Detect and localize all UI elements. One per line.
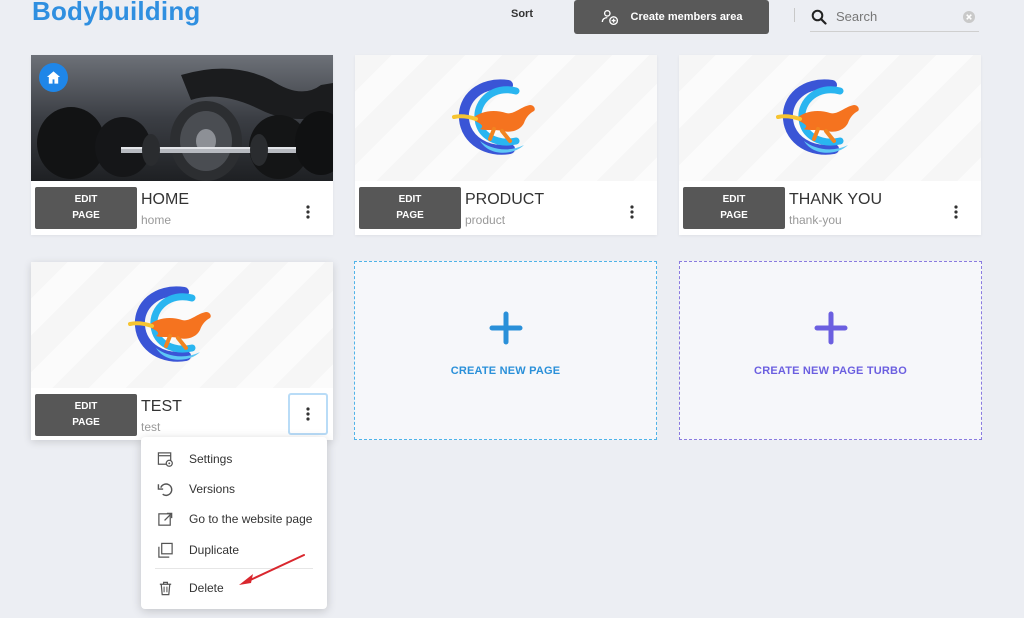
edit-label-line2: PAGE (720, 210, 748, 221)
page-thumbnail (31, 262, 333, 388)
create-new-page-tile[interactable]: CREATE NEW PAGE (354, 261, 657, 440)
page-card-thank-you[interactable]: EDIT PAGE THANK YOU thank-you (679, 55, 981, 235)
menu-item-label: Versions (189, 482, 236, 496)
edit-label-line1: EDIT (74, 194, 98, 205)
create-members-area-button[interactable]: Create members area (574, 0, 769, 34)
create-members-area-label: Create members area (630, 11, 743, 23)
undo-icon (157, 482, 173, 496)
plus-icon (814, 311, 847, 344)
cheetah-logo (128, 286, 211, 362)
create-new-page-turbo-tile[interactable]: CREATE NEW PAGE TURBO (679, 261, 982, 440)
edit-page-button[interactable]: EDIT PAGE (359, 187, 461, 229)
cheetah-logo (776, 79, 859, 155)
sort-button[interactable]: Sort (511, 8, 533, 20)
menu-item-label: Go to the website page (189, 512, 313, 526)
edit-label-line1: EDIT (74, 401, 98, 412)
edit-label-line2: PAGE (72, 417, 100, 428)
dumbbell-image (31, 55, 333, 181)
more-vertical-icon (306, 205, 310, 219)
edit-label-line2: PAGE (72, 210, 100, 221)
site-title: Bodybuilding (32, 0, 201, 26)
page-card-product[interactable]: EDIT PAGE PRODUCT product (355, 55, 657, 235)
menu-item-label: Settings (189, 452, 233, 466)
trash-icon (159, 581, 172, 595)
edit-page-button[interactable]: EDIT PAGE (35, 394, 137, 436)
menu-item-settings[interactable]: Settings (141, 446, 327, 472)
page-slug: product (465, 213, 506, 227)
search-icon (811, 9, 827, 25)
page-name: PRODUCT (465, 191, 545, 208)
page-name: THANK YOU (789, 191, 883, 208)
page-card-test[interactable]: EDIT PAGE TEST test (31, 262, 333, 440)
annotation-arrow-icon (239, 554, 305, 585)
clear-search-icon[interactable] (962, 10, 976, 24)
page-builder-screen: Bodybuilding Sort Create members area Se… (0, 0, 1024, 618)
edit-label-line1: EDIT (722, 194, 746, 205)
user-add-icon (601, 10, 618, 26)
home-badge (39, 63, 68, 92)
page-options-button[interactable] (617, 197, 647, 227)
more-vertical-icon (954, 205, 958, 219)
menu-item-versions[interactable]: Versions (141, 476, 327, 502)
cheetah-logo (452, 79, 535, 155)
edit-label-line1: EDIT (398, 194, 422, 205)
header-divider (794, 8, 795, 22)
menu-item-label: Delete (189, 581, 224, 595)
menu-item-go-to-website-page[interactable]: Go to the website page (141, 506, 327, 532)
search-input[interactable] (836, 9, 956, 24)
page-slug: thank-you (789, 213, 842, 227)
create-new-page-turbo-label: CREATE NEW PAGE TURBO (754, 364, 907, 377)
page-name: TEST (141, 398, 182, 415)
duplicate-icon (158, 542, 173, 558)
plus-icon (489, 311, 522, 344)
more-vertical-icon (306, 407, 310, 421)
home-icon (46, 71, 61, 84)
gym-thumbnail (31, 55, 333, 181)
external-link-icon (158, 512, 173, 526)
page-name: HOME (141, 191, 189, 208)
edit-page-button[interactable]: EDIT PAGE (683, 187, 785, 229)
search-box (810, 2, 979, 32)
page-slug: home (141, 213, 172, 227)
menu-item-label: Duplicate (189, 543, 240, 557)
edit-label-line2: PAGE (396, 210, 424, 221)
page-card-home[interactable]: EDIT PAGE HOME home (31, 55, 333, 235)
page-slug: test (141, 420, 161, 434)
create-new-page-label: CREATE NEW PAGE (450, 364, 561, 377)
more-vertical-icon (630, 205, 634, 219)
page-thumbnail (355, 55, 657, 181)
page-options-button-active[interactable] (288, 393, 328, 435)
page-options-button[interactable] (293, 197, 323, 227)
edit-page-button[interactable]: EDIT PAGE (35, 187, 137, 229)
page-options-button[interactable] (941, 197, 971, 227)
page-thumbnail (679, 55, 981, 181)
settings-icon (157, 451, 173, 467)
